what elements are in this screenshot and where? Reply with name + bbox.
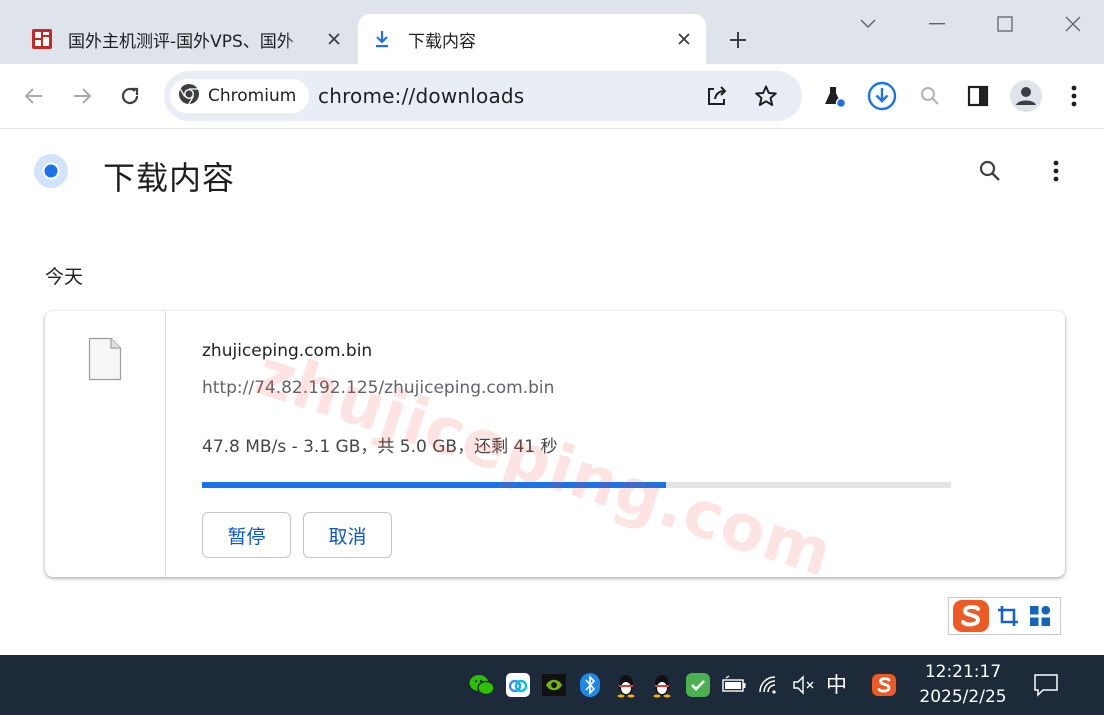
back-arrow-icon[interactable]	[18, 80, 50, 112]
omnibox[interactable]: Chromium chrome://downloads	[164, 71, 802, 121]
grid-icon[interactable]	[1029, 605, 1051, 627]
wifi-icon[interactable]	[756, 671, 784, 699]
tab-title: 国外主机测评-国外VPS、国外	[68, 31, 294, 52]
site-seal-icon	[30, 27, 54, 51]
tab-downloads[interactable]: 下载内容	[358, 14, 706, 64]
download-icon	[370, 27, 394, 51]
page-title: 下载内容	[103, 159, 236, 197]
nvidia-icon[interactable]	[540, 671, 568, 699]
crop-icon[interactable]	[997, 605, 1019, 627]
maximize-icon[interactable]	[985, 8, 1025, 40]
chip-label: Chromium	[208, 86, 297, 106]
bluetooth-icon[interactable]	[576, 671, 604, 699]
tab-strip: 国外主机测评-国外VPS、国外 下载内容	[0, 0, 1104, 64]
forward-arrow-icon[interactable]	[66, 80, 98, 112]
flask-icon[interactable]	[818, 80, 850, 112]
sogou-s-icon[interactable]	[951, 598, 991, 634]
kebab-menu-icon[interactable]	[1058, 80, 1090, 112]
volume-muted-icon[interactable]	[790, 671, 818, 699]
close-icon[interactable]	[670, 25, 698, 53]
chromium-logo-icon	[178, 83, 200, 109]
browser-toolbar: Chromium chrome://downloads	[0, 64, 1104, 129]
wechat-icon[interactable]	[468, 671, 496, 699]
qq-icon[interactable]	[648, 671, 676, 699]
zoom-icon[interactable]	[914, 80, 946, 112]
pause-button[interactable]: 暂停	[202, 512, 291, 558]
clock-date: 2025/2/25	[919, 687, 1007, 707]
avatar-icon[interactable]	[1010, 80, 1042, 112]
download-circle-icon[interactable]	[866, 80, 898, 112]
shield-check-icon[interactable]	[684, 671, 712, 699]
system-clock[interactable]: 12:21:17 2025/2/25	[908, 660, 1018, 710]
side-panel-icon[interactable]	[962, 80, 994, 112]
tab-zhujiceping[interactable]: 国外主机测评-国外VPS、国外	[18, 14, 356, 64]
ime-floating-toolbar	[948, 597, 1061, 635]
share-icon[interactable]	[701, 80, 733, 112]
baidu-netdisk-icon[interactable]	[504, 671, 532, 699]
url-text[interactable]: chrome://downloads	[318, 84, 524, 108]
sogou-s-icon[interactable]	[870, 671, 898, 699]
ime-mode-indicator[interactable]: 中	[826, 669, 847, 699]
file-icon	[88, 337, 122, 385]
tab-title: 下载内容	[408, 31, 476, 52]
plus-icon[interactable]	[722, 26, 754, 54]
notification-icon[interactable]	[1030, 669, 1062, 701]
card-divider	[165, 311, 166, 577]
downloads-header: 下载内容	[0, 129, 1104, 219]
star-icon[interactable]	[750, 80, 782, 112]
tab-search-icon[interactable]	[848, 8, 888, 40]
reload-icon[interactable]	[114, 80, 146, 112]
kebab-menu-icon[interactable]	[1038, 153, 1074, 189]
battery-icon[interactable]	[720, 671, 748, 699]
qq-icon[interactable]	[612, 671, 640, 699]
close-icon[interactable]	[320, 25, 348, 53]
search-icon[interactable]	[972, 153, 1008, 189]
cancel-button[interactable]: 取消	[303, 512, 392, 558]
site-chip[interactable]: Chromium	[170, 79, 310, 113]
close-window-icon[interactable]	[1053, 8, 1093, 40]
windows-taskbar: 中 12:21:17 2025/2/25	[0, 655, 1104, 715]
minimize-icon[interactable]	[917, 8, 957, 40]
chrome-logo-icon	[32, 152, 70, 194]
date-section-label: 今天	[45, 266, 84, 288]
clock-time: 12:21:17	[924, 662, 1002, 682]
